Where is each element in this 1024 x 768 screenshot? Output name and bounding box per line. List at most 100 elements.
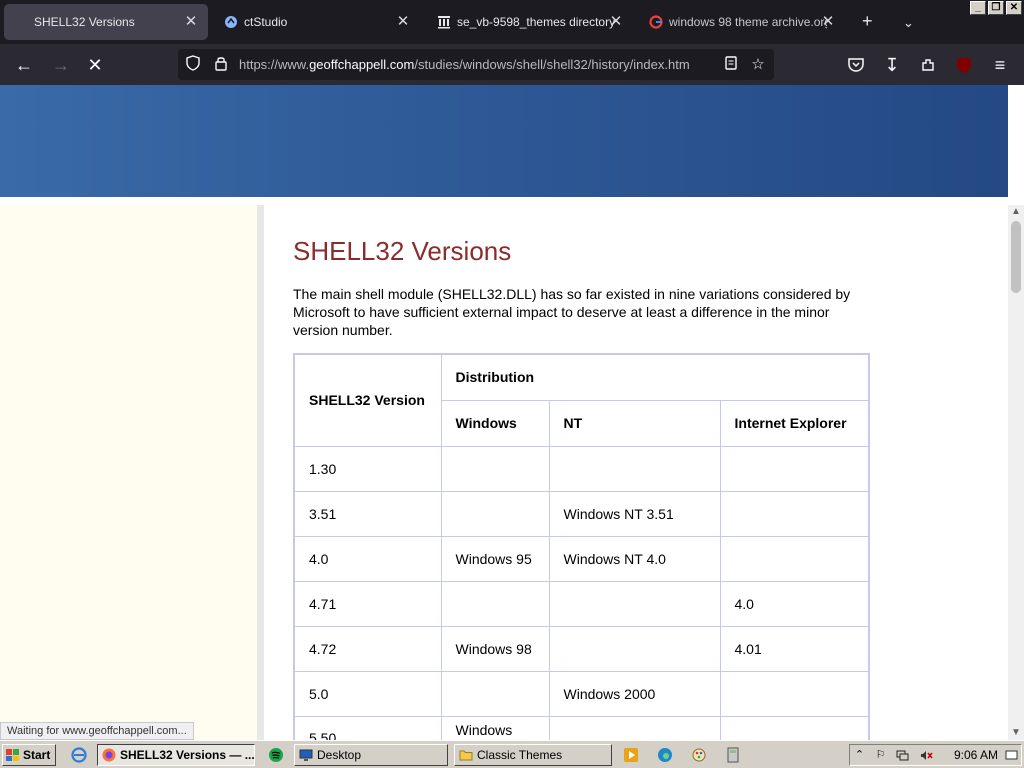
table-row: 3.51 Windows NT 3.51 (293, 490, 870, 537)
close-icon[interactable]: ✕ (609, 14, 623, 29)
window-controls: _ ❐ ✕ (970, 1, 1022, 15)
folder-icon (459, 748, 473, 762)
cell-ie (719, 535, 870, 582)
cell-windows: Windows 95 (440, 535, 550, 582)
cell-version: 4.72 (293, 625, 442, 672)
stop-loading-icon[interactable]: ✕ (84, 54, 106, 76)
cell-nt (548, 580, 721, 627)
table-row: 4.0 Windows 95 Windows NT 4.0 (293, 535, 870, 582)
calculator-icon[interactable] (725, 747, 741, 763)
cell-version: 3.51 (293, 490, 442, 537)
archive-icon (437, 15, 451, 29)
task-desktop[interactable]: Desktop (294, 744, 448, 766)
vertical-scrollbar[interactable]: ▲ ▼ (1008, 205, 1024, 740)
tab-title: se_vb-9598_themes directory li (457, 15, 615, 29)
table-row: 4.72 Windows 98 4.01 (293, 625, 870, 672)
volume-muted-icon[interactable] (920, 749, 933, 762)
cell-windows (440, 670, 550, 717)
tab-strip: SHELL32 Versions ✕ ctStudio ✕ se_vb-9598… (0, 0, 1024, 44)
close-icon[interactable]: ✕ (821, 14, 835, 29)
cell-ie: 4.0 (719, 580, 870, 627)
ie-quicklaunch-icon[interactable] (71, 747, 87, 763)
back-arrow-icon[interactable]: ← (13, 54, 35, 76)
table-row: 4.71 4.0 (293, 580, 870, 627)
start-button[interactable]: Start (2, 744, 56, 766)
show-desktop-icon[interactable] (1005, 749, 1018, 762)
intro-paragraph: The main shell module (SHELL32.DLL) has … (293, 286, 851, 338)
windows-logo-icon (6, 749, 19, 761)
pane-splitter[interactable] (257, 205, 264, 740)
pocket-icon[interactable] (845, 54, 867, 76)
tab-title: windows 98 theme archive.org - (669, 15, 827, 29)
scroll-thumb[interactable] (1011, 221, 1021, 293)
navigation-toolbar: ← → ✕ https://www.geoffchappell.com/stud… (0, 44, 1024, 85)
task-classic-themes[interactable]: Classic Themes (454, 744, 612, 766)
cell-version: 1.30 (293, 445, 442, 492)
desktop-icon (299, 748, 313, 762)
tab-list-chevron-icon[interactable]: ⌄ (903, 14, 914, 32)
cell-nt: Windows 2000 (548, 670, 721, 717)
bookmark-star-icon[interactable]: ☆ (748, 55, 768, 75)
status-text: Waiting for www.geoffchappell.com... (0, 722, 194, 740)
reader-view-icon[interactable] (721, 55, 741, 75)
cell-version: 4.71 (293, 580, 442, 627)
cell-ie (719, 715, 870, 740)
scroll-up-arrow-icon[interactable]: ▲ (1008, 205, 1024, 219)
ublock-origin-icon[interactable] (953, 54, 975, 76)
action-center-flag-icon[interactable]: ⚐ (874, 749, 887, 762)
close-icon[interactable]: ✕ (184, 14, 198, 29)
tab-shell32-versions[interactable]: SHELL32 Versions ✕ (4, 4, 208, 40)
restore-icon[interactable]: ❐ (988, 1, 1004, 15)
cell-version: 4.0 (293, 535, 442, 582)
cell-version: 5.50 (293, 715, 442, 740)
task-label: SHELL32 Versions — ... (120, 748, 255, 762)
edge-icon[interactable] (657, 747, 673, 763)
new-tab-plus-icon[interactable]: + (862, 12, 873, 30)
tab-google-search[interactable]: windows 98 theme archive.org - ✕ (639, 4, 845, 40)
downloads-icon[interactable]: ↧ (881, 54, 903, 76)
cell-nt: Windows NT 4.0 (548, 535, 721, 582)
taskbar: Start SHELL32 Versions — ... Desktop Cla… (0, 740, 1024, 768)
task-label: Classic Themes (477, 748, 563, 762)
cell-nt (548, 715, 721, 740)
tab-title: ctStudio (244, 15, 288, 29)
forward-arrow-icon[interactable]: → (50, 54, 72, 76)
tab-themes-directory[interactable]: se_vb-9598_themes directory li ✕ (427, 4, 633, 40)
url-text[interactable]: https://www.geoffchappell.com/studies/wi… (239, 57, 690, 72)
network-icon[interactable] (896, 749, 909, 762)
extensions-icon[interactable] (917, 54, 939, 76)
tray-expand-chevron-icon[interactable]: ⌃ (853, 749, 866, 762)
firefox-icon (102, 748, 116, 762)
clock[interactable]: 9:06 AM (954, 748, 998, 762)
left-toc-pane (0, 205, 257, 740)
menu-hamburger-icon[interactable]: ≡ (989, 54, 1011, 76)
close-window-icon[interactable]: ✕ (1006, 1, 1022, 15)
cell-nt (548, 625, 721, 672)
table-row: 5.0 Windows 2000 (293, 670, 870, 717)
task-firefox-shell32[interactable]: SHELL32 Versions — ... (97, 744, 255, 766)
system-tray: ⌃ ⚐ 9:06 AM (849, 744, 1022, 766)
scroll-down-arrow-icon[interactable]: ▼ (1008, 726, 1024, 740)
spotify-icon[interactable] (268, 747, 284, 763)
tab-ctstudio[interactable]: ctStudio ✕ (214, 4, 420, 40)
minimize-icon[interactable]: _ (970, 1, 986, 15)
tab-title: SHELL32 Versions (34, 15, 135, 29)
paint-icon[interactable] (691, 747, 707, 763)
media-player-icon[interactable] (623, 747, 639, 763)
cell-version: 5.0 (293, 670, 442, 717)
close-icon[interactable]: ✕ (396, 14, 410, 29)
cell-windows: Windows 98 (440, 625, 550, 672)
table-row: 5.50 Windows Me (293, 715, 870, 740)
ctstudio-icon (224, 15, 238, 29)
address-bar[interactable]: https://www.geoffchappell.com/studies/wi… (178, 49, 774, 80)
page-title: SHELL32 Versions (293, 236, 512, 266)
lock-icon[interactable] (211, 55, 231, 75)
col-header-nt: NT (548, 399, 721, 447)
shield-icon[interactable] (183, 55, 203, 75)
cell-windows (440, 490, 550, 537)
cell-ie (719, 670, 870, 717)
cell-ie (719, 445, 870, 492)
cell-nt (548, 445, 721, 492)
site-banner (0, 85, 1008, 197)
task-label: Desktop (317, 748, 362, 762)
